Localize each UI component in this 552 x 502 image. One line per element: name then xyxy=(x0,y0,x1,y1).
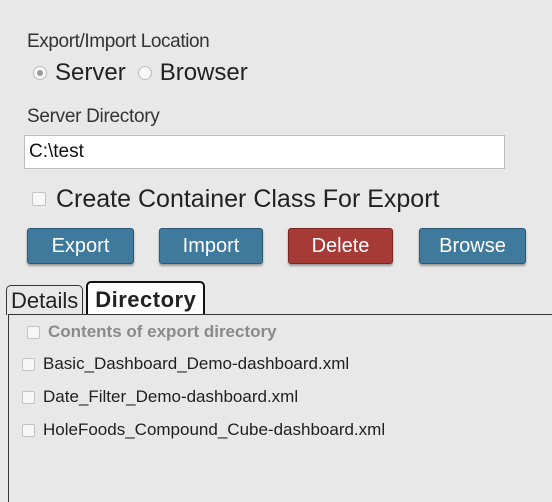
directory-header-label: Contents of export directory xyxy=(48,322,277,341)
tab-directory[interactable]: Directory xyxy=(86,281,206,315)
list-item[interactable]: Date_Filter_Demo-dashboard.xml xyxy=(22,385,298,409)
list-item[interactable]: HoleFoods_Compound_Cube-dashboard.xml xyxy=(22,418,385,442)
server-directory-input[interactable] xyxy=(24,135,505,169)
container-class-option[interactable]: Create Container Class For Export xyxy=(32,183,439,215)
file-name: Date_Filter_Demo-dashboard.xml xyxy=(43,387,299,406)
browse-button[interactable]: Browse xyxy=(419,228,526,264)
file-name: Basic_Dashboard_Demo-dashboard.xml xyxy=(43,354,350,373)
file-name: HoleFoods_Compound_Cube-dashboard.xml xyxy=(43,420,386,439)
export-button[interactable]: Export xyxy=(27,228,134,264)
server-directory-label: Server Directory xyxy=(27,106,160,127)
delete-button[interactable]: Delete xyxy=(288,228,393,264)
export-import-panel: Export/Import Location Server Browser Se… xyxy=(0,0,552,502)
server-radio-label[interactable]: Server xyxy=(55,59,126,87)
file-checkbox[interactable] xyxy=(22,357,35,371)
server-radio[interactable] xyxy=(33,66,47,80)
location-radio-group: Server Browser xyxy=(33,58,260,88)
select-all-checkbox[interactable] xyxy=(27,325,40,339)
container-class-label[interactable]: Create Container Class For Export xyxy=(56,185,439,214)
import-button[interactable]: Import xyxy=(159,228,263,264)
directory-list: Contents of export directory Basic_Dashb… xyxy=(8,315,552,502)
list-item[interactable]: Basic_Dashboard_Demo-dashboard.xml xyxy=(22,352,349,376)
directory-header-row: Contents of export directory xyxy=(27,320,277,344)
tab-bar: Details Directory xyxy=(6,281,208,315)
file-checkbox[interactable] xyxy=(22,390,35,404)
tab-details[interactable]: Details xyxy=(6,285,84,315)
container-class-checkbox[interactable] xyxy=(32,192,46,206)
browser-radio[interactable] xyxy=(137,66,152,80)
file-checkbox[interactable] xyxy=(22,423,35,437)
browser-radio-label[interactable]: Browser xyxy=(160,59,248,87)
location-label: Export/Import Location xyxy=(27,31,210,52)
